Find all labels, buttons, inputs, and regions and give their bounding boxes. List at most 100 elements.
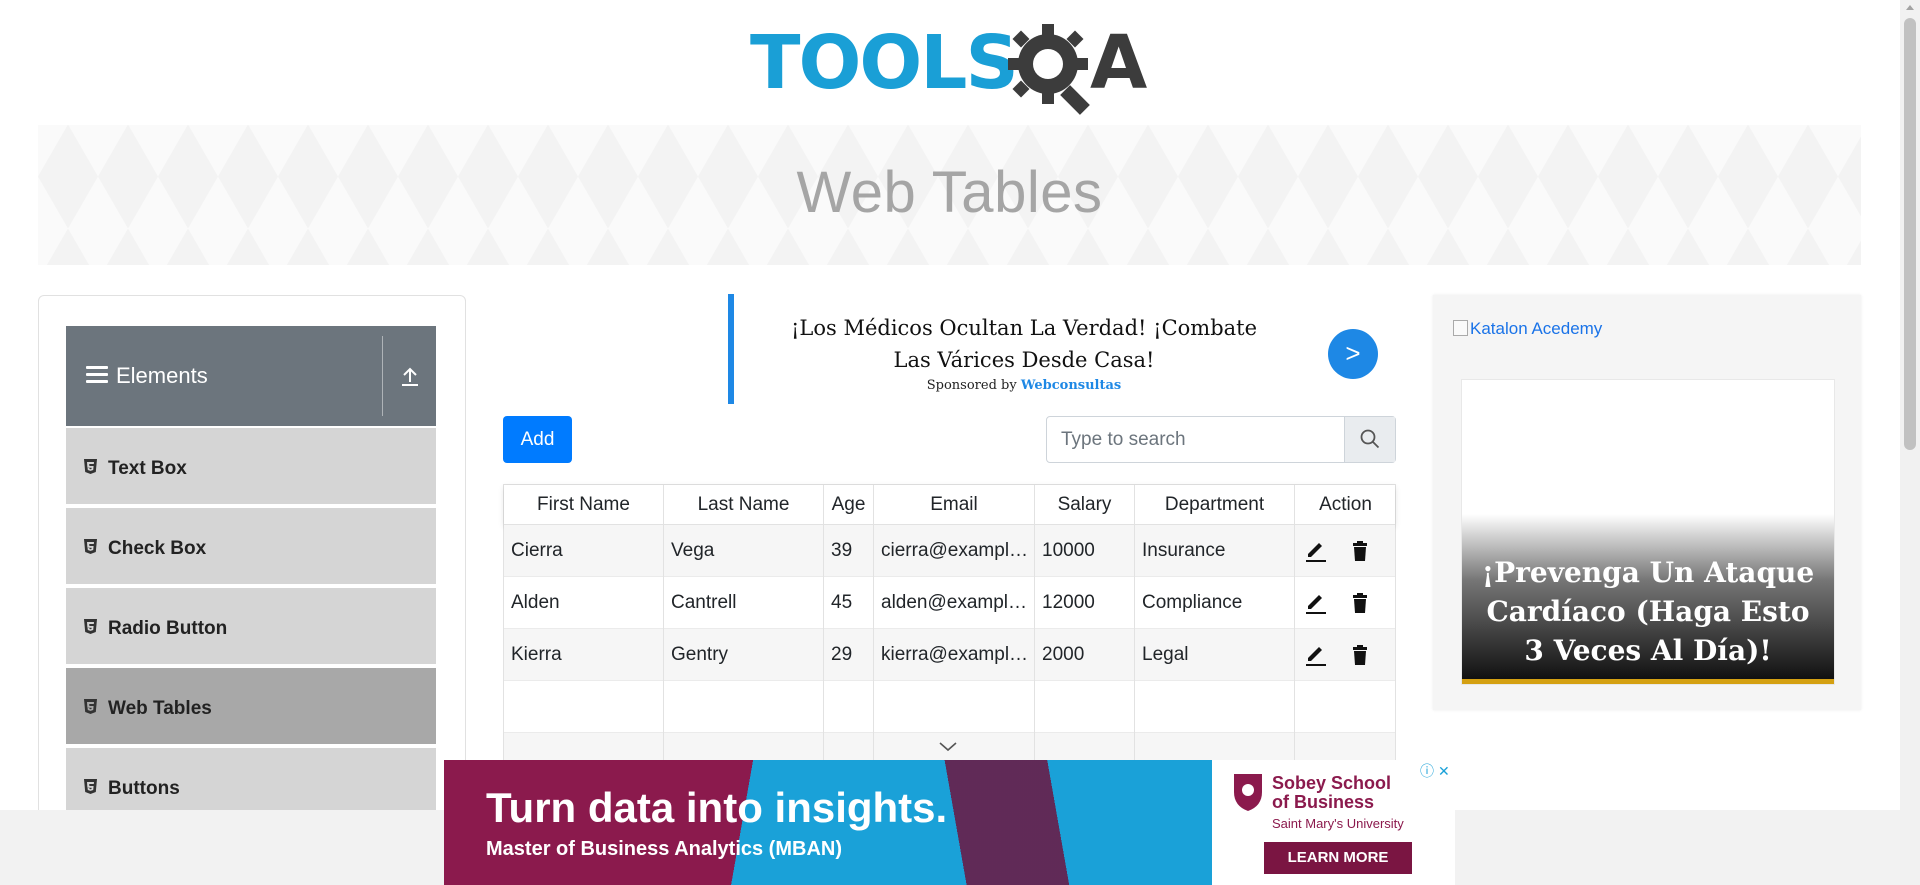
sidebar-item-label: Check Box — [108, 538, 207, 559]
cell-email: kierra@example.com — [874, 629, 1035, 681]
ad-subheadline: Master of Business Analytics (MBAN) — [486, 838, 842, 860]
column-header-last-name[interactable]: Last Name — [664, 485, 824, 525]
cell-age: 45 — [824, 577, 874, 629]
ad-close-icon[interactable]: ✕ — [1438, 762, 1450, 780]
learn-more-button[interactable]: LEARN MORE — [1264, 842, 1412, 874]
cell-action — [1295, 525, 1396, 577]
ad-headline: Turn data into insights. — [486, 784, 948, 831]
table-row-empty — [504, 681, 1395, 733]
sidebar-item-web-tables[interactable]: Web Tables — [66, 668, 436, 746]
column-header-salary[interactable]: Salary — [1035, 485, 1135, 525]
brand-name-line2: of Business — [1272, 792, 1375, 812]
delete-trash-icon[interactable] — [1347, 642, 1373, 668]
page: TOOLS A Web Tables Elements Text Box Che… — [0, 0, 1920, 885]
edit-pencil-icon[interactable] — [1303, 538, 1329, 564]
add-button[interactable]: Add — [503, 416, 572, 463]
banner-ad-bottom[interactable]: Turn data into insights. Master of Busin… — [444, 760, 1455, 885]
ad-card-message[interactable]: ¡Prevenga Un Ataque Cardíaco (Haga Esto … — [1472, 553, 1824, 670]
group-title: Elements — [116, 363, 208, 388]
sidebar-item-check-box[interactable]: Check Box — [66, 508, 436, 586]
sidebar-item-label: Buttons — [108, 778, 180, 799]
cell-age: 39 — [824, 525, 874, 577]
collapse-up-icon[interactable] — [399, 366, 421, 388]
ad-headline[interactable]: ¡Los Médicos Ocultan La Verdad! ¡Combate… — [774, 312, 1274, 376]
chevron-down-icon[interactable] — [938, 741, 958, 753]
cell-last-name: Cantrell — [664, 577, 824, 629]
sponsor-name[interactable]: Webconsultas — [1021, 378, 1121, 393]
empty-cell — [664, 681, 824, 733]
sidebar-item-radio-button[interactable]: Radio Button — [66, 588, 436, 666]
column-header-department[interactable]: Department — [1135, 485, 1295, 525]
elements-group-header[interactable]: Elements — [66, 326, 436, 426]
logo-text-a: A — [1090, 20, 1148, 106]
cell-email: cierra@example.com — [874, 525, 1035, 577]
header-divider — [382, 336, 383, 416]
page-title: Web Tables — [796, 160, 1103, 225]
empty-cell — [1035, 681, 1135, 733]
broken-image-link[interactable]: Katalon Acedemy — [1453, 319, 1602, 339]
cell-department: Compliance — [1135, 577, 1295, 629]
sidebar-item-text-box[interactable]: Text Box — [66, 428, 436, 506]
ad-sponsor: Sponsored by Webconsultas — [774, 378, 1274, 393]
html5-icon — [84, 779, 97, 794]
cell-first-name: Cierra — [504, 525, 664, 577]
empty-cell — [1135, 681, 1295, 733]
cell-first-name: Alden — [504, 577, 664, 629]
university-crest-icon — [1234, 774, 1262, 811]
cell-last-name: Gentry — [664, 629, 824, 681]
cell-department: Insurance — [1135, 525, 1295, 577]
empty-cell — [504, 681, 664, 733]
search-button[interactable] — [1344, 417, 1395, 462]
column-header-age[interactable]: Age — [824, 485, 874, 525]
page-banner: Web Tables — [38, 125, 1861, 265]
search-box — [1046, 416, 1396, 463]
html5-icon — [84, 459, 97, 474]
cell-first-name: Kierra — [504, 629, 664, 681]
hamburger-icon — [86, 366, 108, 384]
search-icon — [1360, 429, 1380, 449]
cell-salary: 2000 — [1035, 629, 1135, 681]
cell-email: alden@example.com — [874, 577, 1035, 629]
cell-salary: 10000 — [1035, 525, 1135, 577]
left-sidebar: Elements Text Box Check Box Radio Button… — [38, 295, 466, 885]
sidebar-ad-right[interactable]: Katalon Acedemy ¡Prevenga Un Ataque Card… — [1433, 295, 1861, 710]
sidebar-item-label: Text Box — [108, 458, 187, 479]
scroll-up-arrow-icon[interactable] — [1906, 5, 1914, 10]
sidebar-item-label: Radio Button — [108, 618, 228, 639]
brand-name: Sobey School of Business — [1272, 774, 1391, 812]
column-header-email[interactable]: Email — [874, 485, 1035, 525]
sponsor-prefix: Sponsored by — [926, 378, 1017, 393]
search-input[interactable] — [1047, 417, 1343, 462]
cell-action — [1295, 629, 1396, 681]
scroll-thumb[interactable] — [1904, 18, 1916, 450]
web-table: First Name Last Name Age Email Salary De… — [503, 484, 1396, 785]
html5-icon — [84, 539, 97, 554]
ad-arrow-button[interactable]: > — [1328, 329, 1378, 379]
sidebar-item-label: Web Tables — [108, 698, 212, 719]
html5-icon — [84, 699, 97, 714]
table-row: Kierra Gentry 29 kierra@example.com 2000… — [504, 629, 1395, 681]
column-header-first-name[interactable]: First Name — [504, 485, 664, 525]
cell-department: Legal — [1135, 629, 1295, 681]
brand-subtitle: Saint Mary's University — [1272, 816, 1404, 831]
toolsqa-logo[interactable]: TOOLS A — [750, 18, 1154, 115]
empty-cell — [824, 681, 874, 733]
empty-cell — [874, 681, 1035, 733]
cell-age: 29 — [824, 629, 874, 681]
column-header-action: Action — [1319, 494, 1372, 515]
page-scrollbar[interactable] — [1900, 0, 1920, 885]
cell-salary: 12000 — [1035, 577, 1135, 629]
ad-info-icon[interactable]: ⓘ — [1420, 762, 1434, 780]
brand-name-line1: Sobey School — [1272, 773, 1392, 793]
sponsored-ad-top[interactable]: ¡Los Médicos Ocultan La Verdad! ¡Combate… — [728, 294, 1393, 404]
delete-trash-icon[interactable] — [1347, 538, 1373, 564]
edit-pencil-icon[interactable] — [1303, 590, 1329, 616]
table-row: Cierra Vega 39 cierra@example.com 10000 … — [504, 525, 1395, 577]
delete-trash-icon[interactable] — [1347, 590, 1373, 616]
edit-pencil-icon[interactable] — [1303, 642, 1329, 668]
ad-choices[interactable]: ⓘ ✕ — [1417, 762, 1453, 780]
cell-last-name: Vega — [664, 525, 824, 577]
ad-card[interactable]: ¡Prevenga Un Ataque Cardíaco (Haga Esto … — [1461, 379, 1835, 685]
table-header-row: First Name Last Name Age Email Salary De… — [504, 485, 1395, 525]
gear-icon — [1008, 24, 1090, 115]
